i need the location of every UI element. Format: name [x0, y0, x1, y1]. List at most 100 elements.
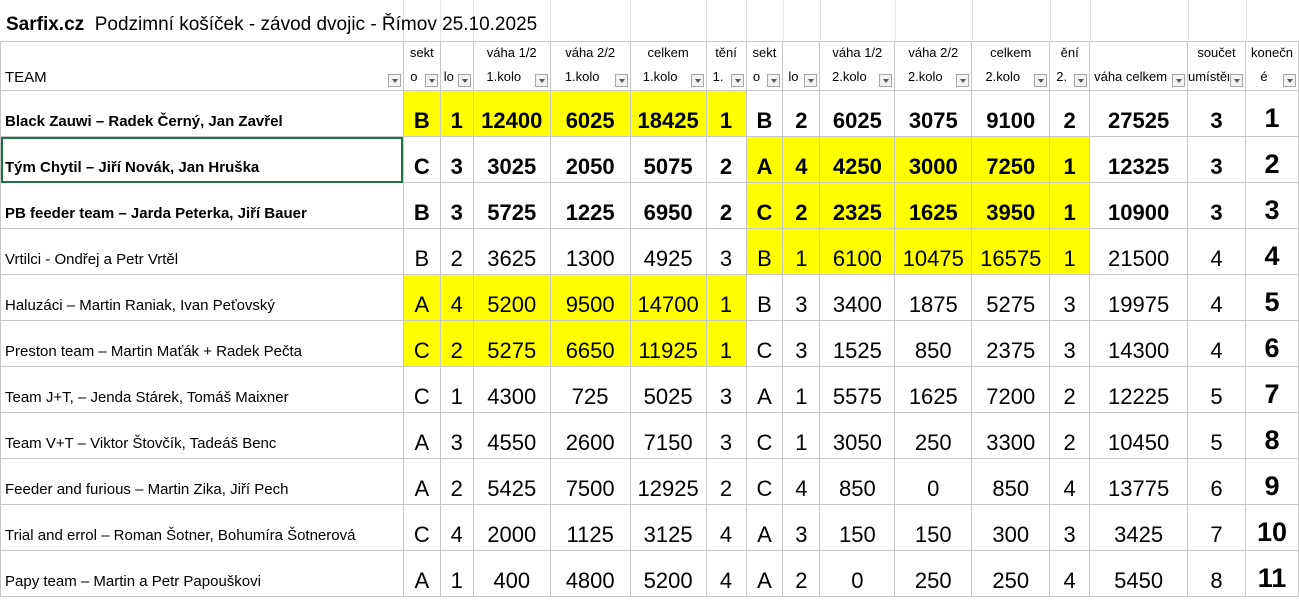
cell-round2-weight-1[interactable]: 6025	[819, 90, 896, 137]
cell-round2-rank[interactable]: 3	[1049, 504, 1091, 551]
cell-round2-weight-2[interactable]: 10475	[894, 228, 973, 275]
cell-round2-weight-2[interactable]: 850	[894, 320, 973, 367]
filter-dropdown-icon[interactable]	[767, 74, 781, 87]
header-round2-rank[interactable]: ění 2.	[1049, 41, 1091, 91]
cell-round2-weight-1[interactable]: 4250	[819, 136, 896, 183]
filter-dropdown-icon[interactable]	[690, 74, 704, 87]
cell-round1-total[interactable]: 6950	[629, 182, 707, 229]
cell-round1-total[interactable]: 5075	[629, 136, 707, 183]
cell-round1-place[interactable]: 4	[439, 274, 474, 321]
cell-total-weight[interactable]: 5450	[1089, 550, 1189, 597]
cell-round2-weight-1[interactable]: 1525	[819, 320, 896, 367]
cell-final-rank[interactable]: 4	[1244, 228, 1299, 275]
cell-final-rank[interactable]: 7	[1244, 366, 1299, 413]
cell-round1-weight-2[interactable]: 4800	[549, 550, 631, 597]
cell-round1-place[interactable]: 3	[439, 182, 474, 229]
cell-round1-total[interactable]: 11925	[629, 320, 707, 367]
cell-round2-total[interactable]: 16575	[971, 228, 1051, 275]
header-round1-sector[interactable]: sekt o	[402, 41, 441, 91]
cell-round2-place[interactable]: 3	[782, 274, 821, 321]
cell-round2-place[interactable]: 1	[782, 228, 821, 275]
cell-total-weight[interactable]: 13775	[1089, 458, 1189, 505]
cell-round1-weight-1[interactable]: 5725	[472, 182, 551, 229]
cell-sum-of-places[interactable]: 3	[1187, 136, 1246, 183]
cell-round1-sector[interactable]: C	[402, 366, 441, 413]
cell-round1-place[interactable]: 2	[439, 228, 474, 275]
cell-sum-of-places[interactable]: 3	[1187, 90, 1246, 137]
cell-round1-total[interactable]: 5200	[629, 550, 707, 597]
cell-round2-place[interactable]: 3	[782, 504, 821, 551]
header-round1-weight-1[interactable]: váha 1/2 1.kolo	[472, 41, 551, 91]
cell-final-rank[interactable]: 6	[1244, 320, 1299, 367]
cell-round2-sector[interactable]: C	[745, 458, 784, 505]
cell-round2-rank[interactable]: 2	[1049, 412, 1091, 459]
filter-dropdown-icon[interactable]	[1283, 74, 1296, 87]
sheet-title[interactable]: Sarfix.cz Podzimní košíček - závod dvoji…	[6, 14, 537, 36]
cell-round2-place[interactable]: 3	[782, 320, 821, 367]
filter-dropdown-icon[interactable]	[1034, 74, 1048, 87]
cell-round1-rank[interactable]: 4	[705, 550, 747, 597]
cell-round2-total[interactable]: 3300	[971, 412, 1051, 459]
cell-round2-place[interactable]: 2	[782, 550, 821, 597]
cell-round1-sector[interactable]: B	[402, 182, 441, 229]
filter-dropdown-icon[interactable]	[956, 74, 970, 87]
cell-round1-weight-2[interactable]: 1225	[549, 182, 631, 229]
header-round1-place[interactable]: lo	[439, 41, 474, 91]
cell-round1-weight-1[interactable]: 4550	[472, 412, 551, 459]
cell-round1-rank[interactable]: 3	[705, 366, 747, 413]
cell-round2-weight-1[interactable]: 0	[819, 550, 896, 597]
cell-round2-place[interactable]: 2	[782, 90, 821, 137]
cell-round1-place[interactable]: 1	[439, 366, 474, 413]
cell-round1-total[interactable]: 12925	[629, 458, 707, 505]
header-round2-weight-1[interactable]: váha 1/2 2.kolo	[819, 41, 896, 91]
cell-round1-sector[interactable]: B	[402, 90, 441, 137]
cell-round2-weight-1[interactable]: 3050	[819, 412, 896, 459]
cell-round1-place[interactable]: 2	[439, 458, 474, 505]
cell-round2-sector[interactable]: C	[745, 412, 784, 459]
cell-round2-sector[interactable]: B	[745, 228, 784, 275]
cell-round1-sector[interactable]: B	[402, 228, 441, 275]
filter-dropdown-icon[interactable]	[879, 74, 893, 87]
cell-team[interactable]: Vrtilci - Ondřej a Petr Vrtěl	[0, 228, 404, 275]
cell-team[interactable]: Haluzáci – Martin Raniak, Ivan Peťovský	[0, 274, 404, 321]
cell-round2-weight-2[interactable]: 1625	[894, 182, 973, 229]
cell-round1-weight-1[interactable]: 3625	[472, 228, 551, 275]
cell-round1-place[interactable]: 3	[439, 412, 474, 459]
filter-dropdown-icon[interactable]	[804, 74, 818, 87]
cell-sum-of-places[interactable]: 5	[1187, 412, 1246, 459]
cell-round1-place[interactable]: 4	[439, 504, 474, 551]
cell-round1-place[interactable]: 1	[439, 550, 474, 597]
cell-sum-of-places[interactable]: 5	[1187, 366, 1246, 413]
cell-round2-weight-2[interactable]: 150	[894, 504, 973, 551]
header-team[interactable]: TEAM	[0, 41, 404, 91]
cell-round2-rank[interactable]: 4	[1049, 550, 1091, 597]
cell-round2-weight-2[interactable]: 3000	[894, 136, 973, 183]
cell-total-weight[interactable]: 27525	[1089, 90, 1189, 137]
cell-round2-weight-2[interactable]: 0	[894, 458, 973, 505]
cell-team[interactable]: Team J+T, – Jenda Stárek, Tomáš Maixner	[0, 366, 404, 413]
cell-round1-rank[interactable]: 4	[705, 504, 747, 551]
cell-round1-sector[interactable]: C	[402, 320, 441, 367]
cell-final-rank[interactable]: 9	[1244, 458, 1299, 505]
cell-total-weight[interactable]: 10900	[1089, 182, 1189, 229]
cell-round2-weight-2[interactable]: 250	[894, 412, 973, 459]
cell-round1-total[interactable]: 5025	[629, 366, 707, 413]
cell-sum-of-places[interactable]: 4	[1187, 320, 1246, 367]
cell-round1-rank[interactable]: 1	[705, 274, 747, 321]
header-sum-of-places[interactable]: součet umístění	[1187, 41, 1246, 91]
cell-round2-sector[interactable]: A	[745, 136, 784, 183]
cell-round1-sector[interactable]: A	[402, 412, 441, 459]
cell-round2-total[interactable]: 7200	[971, 366, 1051, 413]
cell-team[interactable]: Preston team – Martin Maťák + Radek Pečt…	[0, 320, 404, 367]
header-final-rank[interactable]: konečn é	[1244, 41, 1299, 91]
filter-dropdown-icon[interactable]	[1229, 74, 1243, 87]
cell-round2-rank[interactable]: 3	[1049, 320, 1091, 367]
cell-team[interactable]: Trial and errol – Roman Šotner, Bohumíra…	[0, 504, 404, 551]
cell-round1-rank[interactable]: 2	[705, 136, 747, 183]
cell-round2-sector[interactable]: A	[745, 550, 784, 597]
cell-team[interactable]: Black Zauwi – Radek Černý, Jan Zavřel	[0, 90, 404, 137]
cell-round2-total[interactable]: 9100	[971, 90, 1051, 137]
filter-dropdown-icon[interactable]	[424, 74, 438, 87]
filter-dropdown-icon[interactable]	[730, 74, 744, 87]
cell-round1-weight-1[interactable]: 4300	[472, 366, 551, 413]
